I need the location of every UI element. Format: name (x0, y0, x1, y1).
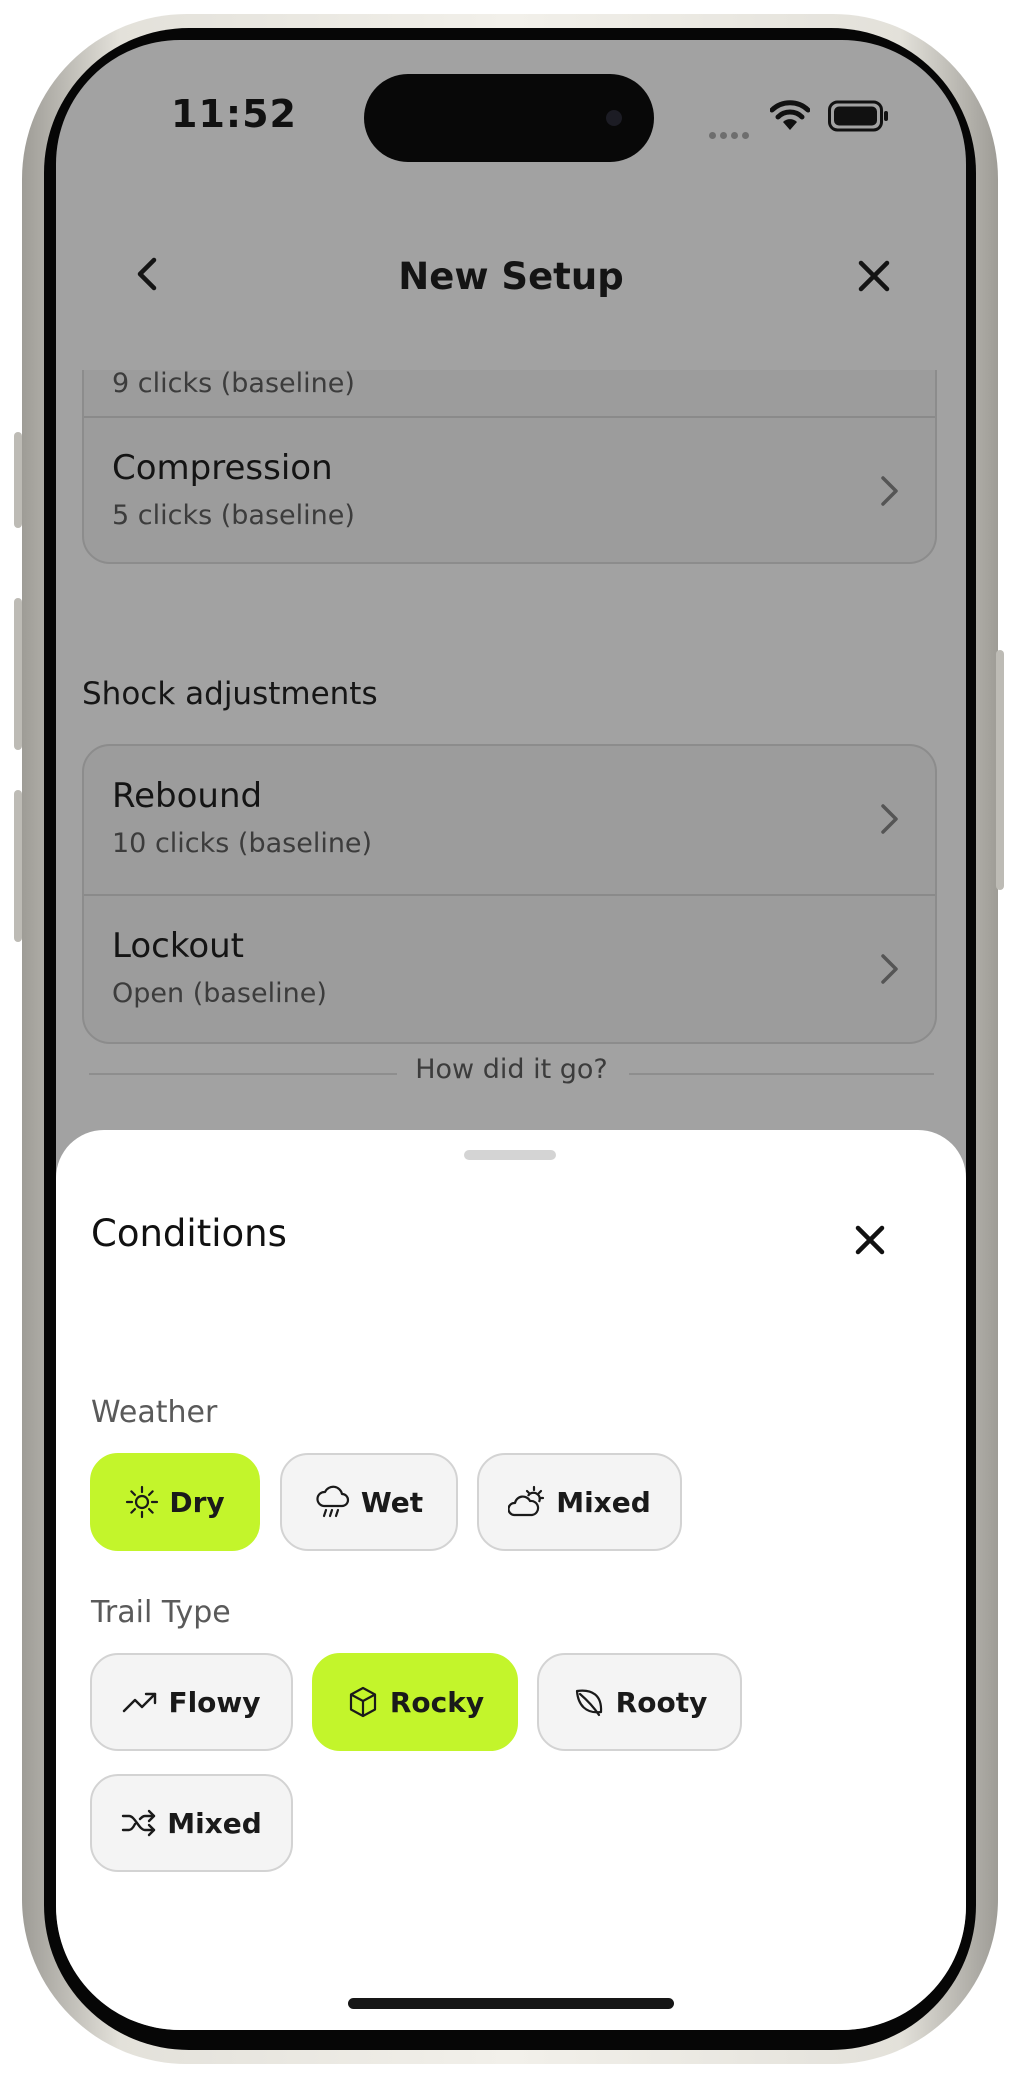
page-title: New Setup (398, 255, 624, 298)
sheet-grabber[interactable] (464, 1150, 556, 1160)
mute-switch (14, 432, 22, 528)
trail-option-rooty[interactable]: Rooty (537, 1653, 742, 1751)
sun-icon (126, 1485, 159, 1519)
battery-icon (828, 100, 888, 132)
list-item-value: Open (baseline) (112, 978, 327, 1009)
status-time: 11:52 (171, 92, 297, 136)
volume-up-button (14, 598, 22, 750)
trail-option-mixed[interactable]: Mixed (90, 1774, 293, 1872)
trail-type-label: Trail Type (91, 1595, 231, 1630)
trail-option-rocky[interactable]: Rocky (312, 1653, 518, 1751)
list-item[interactable]: Compression 5 clicks (baseline) (84, 418, 935, 566)
shuffle-icon (122, 1809, 156, 1837)
home-indicator[interactable] (348, 1998, 674, 2009)
trending-up-icon (123, 1692, 157, 1713)
list-item-label: Rebound (112, 776, 263, 816)
list-item[interactable]: 9 clicks (baseline) (84, 370, 935, 417)
chip-label: Wet (360, 1485, 424, 1519)
chevron-right-icon (881, 804, 898, 834)
volume-down-button (14, 790, 22, 942)
chevron-right-icon (881, 476, 898, 506)
scroll-content[interactable]: 9 clicks (baseline) Compression 5 clicks… (56, 370, 966, 1150)
weather-label: Weather (91, 1395, 218, 1430)
list-item-value: 5 clicks (baseline) (112, 500, 355, 531)
power-button (996, 650, 1004, 890)
chip-label: Dry (169, 1485, 225, 1519)
list-item-value: 10 clicks (baseline) (112, 828, 373, 859)
section-label: Shock adjustments (82, 676, 378, 712)
list-item-label: Lockout (112, 926, 244, 966)
sheet-close-button[interactable] (852, 1222, 888, 1258)
weather-option-wet[interactable]: Wet (280, 1453, 458, 1551)
chip-label: Mixed (167, 1806, 262, 1840)
weather-option-dry[interactable]: Dry (90, 1453, 260, 1551)
sheet-title: Conditions (91, 1212, 287, 1255)
chip-label: Rocky (389, 1685, 485, 1719)
close-button[interactable] (852, 254, 896, 298)
feedback-divider: How did it go? (89, 1054, 934, 1094)
list-item[interactable]: Rebound 10 clicks (baseline) (84, 746, 935, 894)
box-icon (349, 1686, 376, 1718)
list-item[interactable]: Lockout Open (baseline) (84, 896, 935, 1044)
list-item-label: Compression (112, 448, 333, 488)
trail-option-flowy[interactable]: Flowy (90, 1653, 293, 1751)
conditions-sheet: Conditions Weather Dry Wet Mixed Trail T… (56, 1130, 966, 2030)
cellular-signal-icon (709, 124, 753, 143)
screen: 11:52 New Setup 9 clicks (baseline) Comp… (56, 40, 966, 2030)
weather-option-mixed[interactable]: Mixed (477, 1453, 682, 1551)
chip-label: Rooty (615, 1685, 708, 1719)
dynamic-island (364, 74, 654, 162)
rain-cloud-icon (316, 1485, 349, 1518)
fork-adjustments-card: 9 clicks (baseline) Compression 5 clicks… (82, 370, 937, 564)
chip-label: Mixed (556, 1485, 651, 1519)
shock-adjustments-card: Rebound 10 clicks (baseline) Lockout Ope… (82, 744, 937, 1044)
list-item-value: 9 clicks (baseline) (112, 370, 355, 399)
leaf-icon (575, 1689, 602, 1717)
camera-lens (606, 110, 622, 126)
wifi-icon (770, 100, 810, 130)
chip-label: Flowy (168, 1685, 261, 1719)
chevron-right-icon (881, 954, 898, 984)
feedback-label: How did it go? (415, 1054, 608, 1085)
cloud-sun-icon (508, 1485, 545, 1517)
